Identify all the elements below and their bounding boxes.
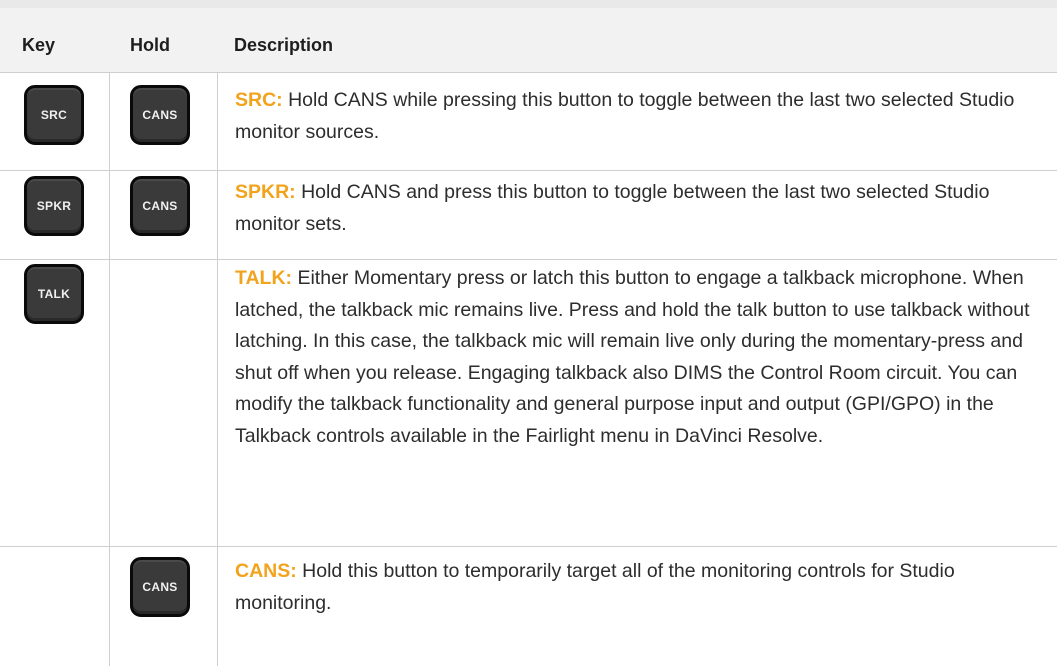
description-term: SRC: xyxy=(235,89,283,111)
cans-key-icon: CANS xyxy=(130,85,190,145)
table-row: SRC CANS SRC: Hold CANS while pressing t… xyxy=(0,73,1057,171)
description-body: Either Momentary press or latch this but… xyxy=(235,267,1030,447)
description-term: TALK: xyxy=(235,267,293,289)
key-cell: SRC xyxy=(0,73,110,170)
table-row: TALK TALK: Either Momentary press or lat… xyxy=(0,260,1057,547)
description-text: CANS: Hold this button to temporarily ta… xyxy=(218,547,1057,619)
description-cell: CANS: Hold this button to temporarily ta… xyxy=(218,547,1057,666)
description-text: SRC: Hold CANS while pressing this butto… xyxy=(218,73,1057,148)
description-cell: SRC: Hold CANS while pressing this butto… xyxy=(218,73,1057,170)
header-description: Description xyxy=(234,35,334,55)
description-body: Hold CANS while pressing this button to … xyxy=(235,89,1015,143)
table-header-row: Key Hold Description xyxy=(0,8,1057,73)
src-key-icon: SRC xyxy=(24,85,84,145)
description-body: Hold CANS and press this button to toggl… xyxy=(235,181,990,235)
hold-cell: CANS xyxy=(110,547,218,666)
spkr-key-icon: SPKR xyxy=(24,176,84,236)
key-label: TALK xyxy=(37,287,71,301)
header-hold: Hold xyxy=(130,35,170,55)
key-function-table: Key Hold Description SRC CANS SRC: Hold … xyxy=(0,8,1057,666)
description-body: Hold this button to temporarily target a… xyxy=(235,560,955,614)
hold-cell-empty xyxy=(110,260,218,546)
key-label: CANS xyxy=(142,580,178,594)
key-label: CANS xyxy=(142,199,178,213)
top-rule xyxy=(0,0,1057,8)
header-key: Key xyxy=(22,35,56,55)
key-cell-empty xyxy=(0,547,110,666)
description-text: TALK: Either Momentary press or latch th… xyxy=(218,260,1057,452)
description-text: SPKR: Hold CANS and press this button to… xyxy=(218,171,1057,240)
description-term: CANS: xyxy=(235,560,297,582)
header-description-cell: Description xyxy=(218,8,1057,72)
table-row: CANS CANS: Hold this button to temporari… xyxy=(0,547,1057,666)
talk-key-icon: TALK xyxy=(24,264,84,324)
cans-key-icon: CANS xyxy=(130,176,190,236)
hold-cell: CANS xyxy=(110,171,218,259)
key-cell: SPKR xyxy=(0,171,110,259)
description-term: SPKR: xyxy=(235,181,296,203)
key-label: SRC xyxy=(40,108,68,122)
header-key-cell: Key xyxy=(0,8,110,72)
key-label: CANS xyxy=(142,108,178,122)
description-cell: TALK: Either Momentary press or latch th… xyxy=(218,260,1057,546)
key-cell: TALK xyxy=(0,260,110,546)
table-row: SPKR CANS SPKR: Hold CANS and press this… xyxy=(0,171,1057,260)
cans-key-icon: CANS xyxy=(130,557,190,617)
header-hold-cell: Hold xyxy=(110,8,218,72)
description-cell: SPKR: Hold CANS and press this button to… xyxy=(218,171,1057,259)
key-label: SPKR xyxy=(36,199,72,213)
hold-cell: CANS xyxy=(110,73,218,170)
